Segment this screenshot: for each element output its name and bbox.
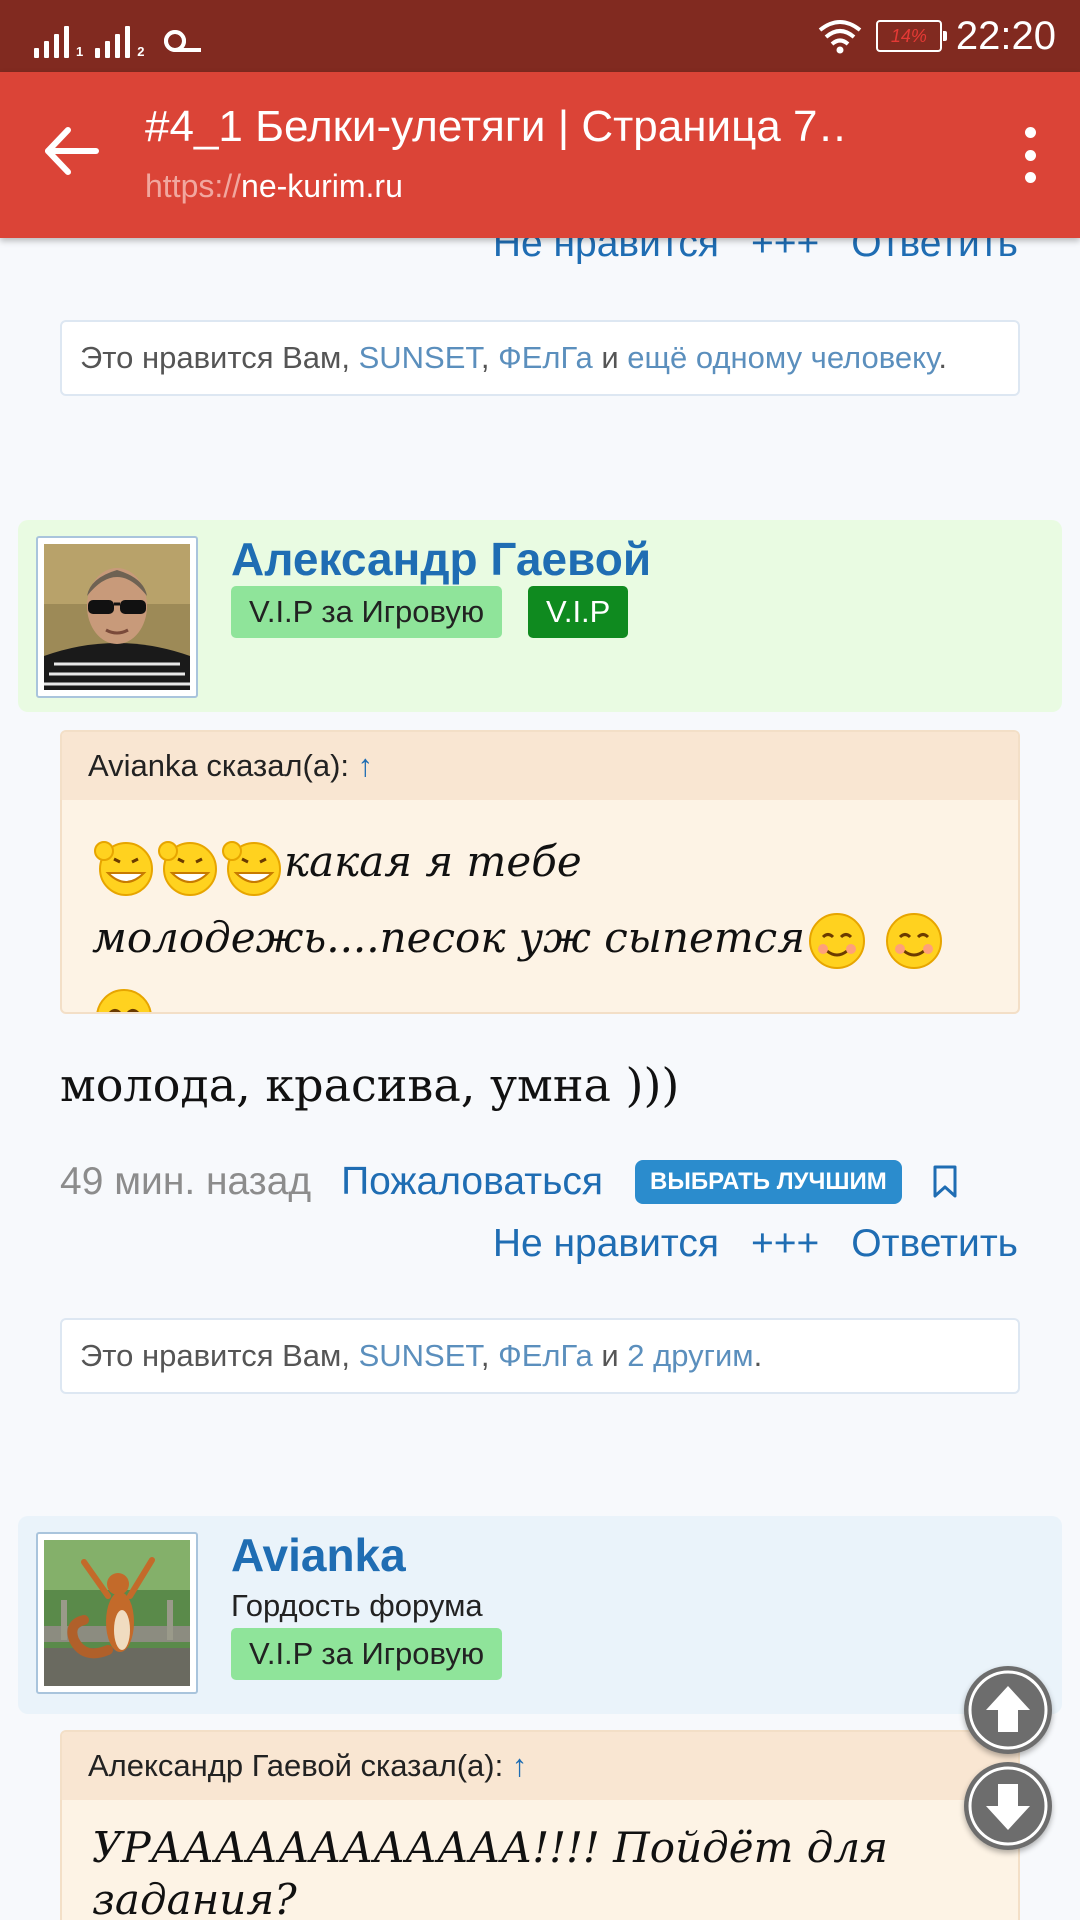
post-meta: 49 мин. назад Пожаловаться ВЫБРАТЬ ЛУЧШИ…: [60, 1152, 1020, 1212]
wifi-icon: [818, 20, 862, 54]
post-author-name[interactable]: Avianka: [231, 1528, 406, 1582]
sim1-label: 1: [76, 44, 84, 59]
like-user-link[interactable]: ФЕлГа: [498, 1338, 593, 1373]
url-host: ne-kurim.ru: [241, 168, 403, 204]
battery-level: 14%: [890, 26, 927, 46]
dislike-link[interactable]: Не нравится: [493, 1222, 719, 1266]
vip-game-badge: V.I.P за Игровую: [231, 1628, 503, 1680]
like-others-link[interactable]: ещё одному человеку: [627, 340, 938, 375]
app-bar: #4_1 Белки-улетяги | Страница 7… https:/…: [0, 72, 1080, 238]
blushing-smiley-icon: [96, 989, 152, 1012]
battery-icon: 14%: [875, 20, 947, 52]
report-link[interactable]: Пожаловаться: [341, 1160, 603, 1204]
arrow-up-icon: [968, 1670, 1048, 1750]
quote-block: Avianka сказал(а): ↑ какая я тебе молоде…: [60, 730, 1020, 1014]
sim2-label: 2: [137, 44, 145, 59]
quote-block: Александр Гаевой сказал(а): ↑ УРАААААААА…: [60, 1730, 1020, 1920]
squirrel-photo-icon: [44, 1540, 190, 1686]
user-photo-icon: [44, 544, 190, 690]
likes-end: .: [938, 340, 948, 375]
like-user-link[interactable]: SUNSET: [359, 1338, 481, 1373]
choose-best-button[interactable]: ВЫБРАТЬ ЛУЧШИМ: [635, 1160, 902, 1204]
avatar[interactable]: [36, 1532, 198, 1694]
status-bar: 1 2 14% 22:20: [0, 0, 1080, 72]
more-vert-icon[interactable]: [1020, 127, 1040, 183]
bookmark-icon[interactable]: [932, 1165, 958, 1199]
page-url: https://ne-kurim.ru: [145, 168, 403, 205]
blushing-smiley-icon: [809, 913, 866, 969]
laughing-smiley-icon: [158, 841, 217, 896]
prev-post-likes: Это нравится Вам, SUNSET, ФЕлГа и ещё од…: [60, 320, 1020, 396]
post-message: молода, красива, умна ))): [60, 1058, 680, 1112]
laughing-smiley-icon: [94, 841, 153, 896]
likes-separator: ,: [480, 1338, 499, 1373]
quote-header: Александр Гаевой сказал(а): ↑: [62, 1732, 1018, 1800]
likes-prefix: Это нравится Вам,: [80, 1338, 359, 1373]
blushing-smiley-icon: [886, 913, 943, 969]
post-likes: Это нравится Вам, SUNSET, ФЕлГа и 2 друг…: [60, 1318, 1020, 1394]
quote-text: какая я тебе молодежь....песок уж сыпетс…: [62, 800, 1018, 1012]
signal-sim2-icon: 2: [95, 24, 144, 58]
back-arrow-icon[interactable]: [44, 126, 100, 176]
laughing-smiley-icon: [222, 841, 281, 896]
plus-link[interactable]: +++: [751, 1222, 819, 1266]
arrow-down-icon: [968, 1766, 1048, 1846]
vip-game-badge: V.I.P за Игровую: [231, 586, 503, 638]
likes-prefix: Это нравится Вам,: [80, 340, 359, 375]
like-user-link[interactable]: SUNSET: [359, 340, 481, 375]
post-author-card: Avianka Гордость форума V.I.P за Игровую: [18, 1516, 1062, 1714]
signal-sim1-icon: 1: [34, 24, 83, 58]
likes-and: и: [592, 340, 628, 375]
reply-link[interactable]: Ответить: [851, 1222, 1018, 1266]
post-author-name[interactable]: Александр Гаевой: [231, 532, 651, 586]
like-others-link[interactable]: 2 другим: [627, 1338, 753, 1373]
likes-separator: ,: [480, 340, 499, 375]
scroll-down-button[interactable]: [964, 1762, 1052, 1850]
post-time[interactable]: 49 мин. назад: [60, 1160, 311, 1204]
url-protocol: https://: [145, 168, 242, 204]
quote-line-1: какая я тебе: [284, 837, 582, 886]
quote-header: Avianka сказал(а): ↑: [62, 732, 1018, 800]
quote-jump-arrow[interactable]: ↑: [358, 748, 374, 783]
likes-end: .: [753, 1338, 763, 1373]
vip-badge: V.I.P: [528, 586, 629, 638]
page-title: #4_1 Белки-улетяги | Страница 7…: [145, 102, 845, 151]
quote-author: Александр Гаевой сказал(а):: [88, 1748, 512, 1783]
quote-text: УРАААААААААААА!!!! Пойдёт для задания?: [62, 1800, 1018, 1920]
likes-and: и: [592, 1338, 628, 1373]
quote-author: Avianka сказал(а):: [88, 748, 358, 783]
like-user-link[interactable]: ФЕлГа: [498, 340, 593, 375]
post-reactions: Не нравится +++ Ответить: [493, 1222, 1018, 1266]
post-author-card: Александр Гаевой V.I.P за Игровую V.I.P: [18, 520, 1062, 712]
scroll-up-button[interactable]: [964, 1666, 1052, 1754]
quote-line-2: задания?: [92, 1875, 297, 1920]
voicemail-icon: [164, 30, 212, 52]
quote-jump-arrow[interactable]: ↑: [512, 1748, 528, 1783]
user-title: Гордость форума: [231, 1588, 483, 1623]
quote-line-1: УРАААААААААААА!!!! Пойдёт для: [92, 1823, 888, 1872]
clock: 22:20: [955, 13, 1056, 58]
quote-line-2: молодежь....песок уж сыпется: [92, 913, 806, 962]
avatar[interactable]: [36, 536, 198, 698]
